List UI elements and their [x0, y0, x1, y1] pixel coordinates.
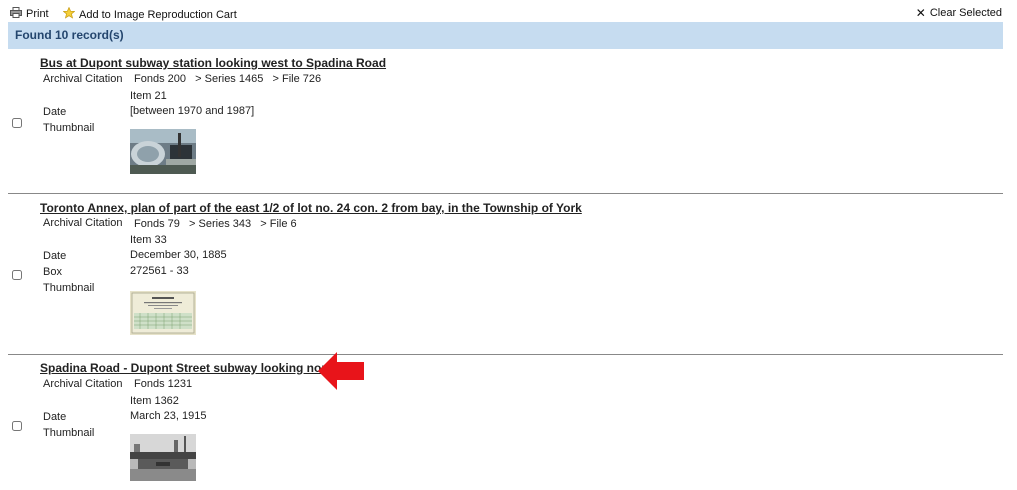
date-value: December 30, 1885 [130, 249, 227, 261]
plan-document-thumbnail[interactable] [130, 291, 196, 335]
record-title-link[interactable]: Bus at Dupont subway station looking wes… [40, 56, 386, 70]
thumbnail-label: Thumbnail [43, 282, 95, 294]
date-label: Date [43, 411, 67, 423]
pointer-arrow-icon [318, 352, 364, 390]
record-checkbox[interactable] [12, 270, 22, 280]
box-value: 272561 - 33 [130, 265, 189, 277]
citation-label: Archival Citation [43, 217, 123, 229]
record-title-link[interactable]: Toronto Annex, plan of part of the east … [40, 201, 582, 215]
citation-label: Archival Citation [43, 73, 123, 85]
print-label: Print [26, 8, 49, 20]
cart-label: Add to Image Reproduction Cart [79, 8, 237, 21]
citation-value: Fonds 200 > Series 1465 > File 726 [134, 73, 322, 85]
thumbnail-label: Thumbnail [43, 427, 95, 439]
result-record: Spadina Road - Dupont Street subway look… [8, 355, 1003, 490]
date-value: [between 1970 and 1987] [130, 105, 255, 117]
item-value: Item 1362 [130, 395, 179, 407]
subway-photo-thumbnail[interactable] [130, 434, 196, 481]
citation-value: Fonds 79 > Series 343 > File 6 [134, 218, 297, 230]
box-label: Box [43, 266, 62, 278]
bus-photo-thumbnail[interactable] [130, 129, 196, 174]
toolbar: Print Add to Image Reproduction Cart ✕ C… [0, 0, 1017, 22]
date-label: Date [43, 106, 67, 118]
thumbnail-label: Thumbnail [43, 122, 95, 134]
result-record: Bus at Dupont subway station looking wes… [8, 50, 1003, 193]
printer-icon [10, 7, 22, 21]
results-count: Found 10 record(s) [15, 28, 124, 42]
record-checkbox[interactable] [12, 118, 22, 128]
citation-label: Archival Citation [43, 378, 123, 390]
citation-value: Fonds 1231 [134, 378, 193, 390]
star-icon [62, 6, 76, 22]
item-value: Item 21 [130, 90, 167, 102]
date-label: Date [43, 250, 67, 262]
close-icon: ✕ [915, 5, 926, 20]
add-to-cart-button[interactable]: Add to Image Reproduction Cart [62, 6, 237, 22]
record-checkbox[interactable] [12, 421, 22, 431]
item-value: Item 33 [130, 234, 167, 246]
results-count-bar: Found 10 record(s) [8, 22, 1003, 49]
print-button[interactable]: Print [10, 7, 49, 21]
result-record: Toronto Annex, plan of part of the east … [8, 194, 1003, 354]
clear-selected-button[interactable]: ✕ Clear Selected [915, 5, 1002, 20]
date-value: March 23, 1915 [130, 410, 207, 422]
record-title-link[interactable]: Spadina Road - Dupont Street subway look… [40, 361, 337, 375]
clear-label: Clear Selected [929, 7, 1002, 19]
